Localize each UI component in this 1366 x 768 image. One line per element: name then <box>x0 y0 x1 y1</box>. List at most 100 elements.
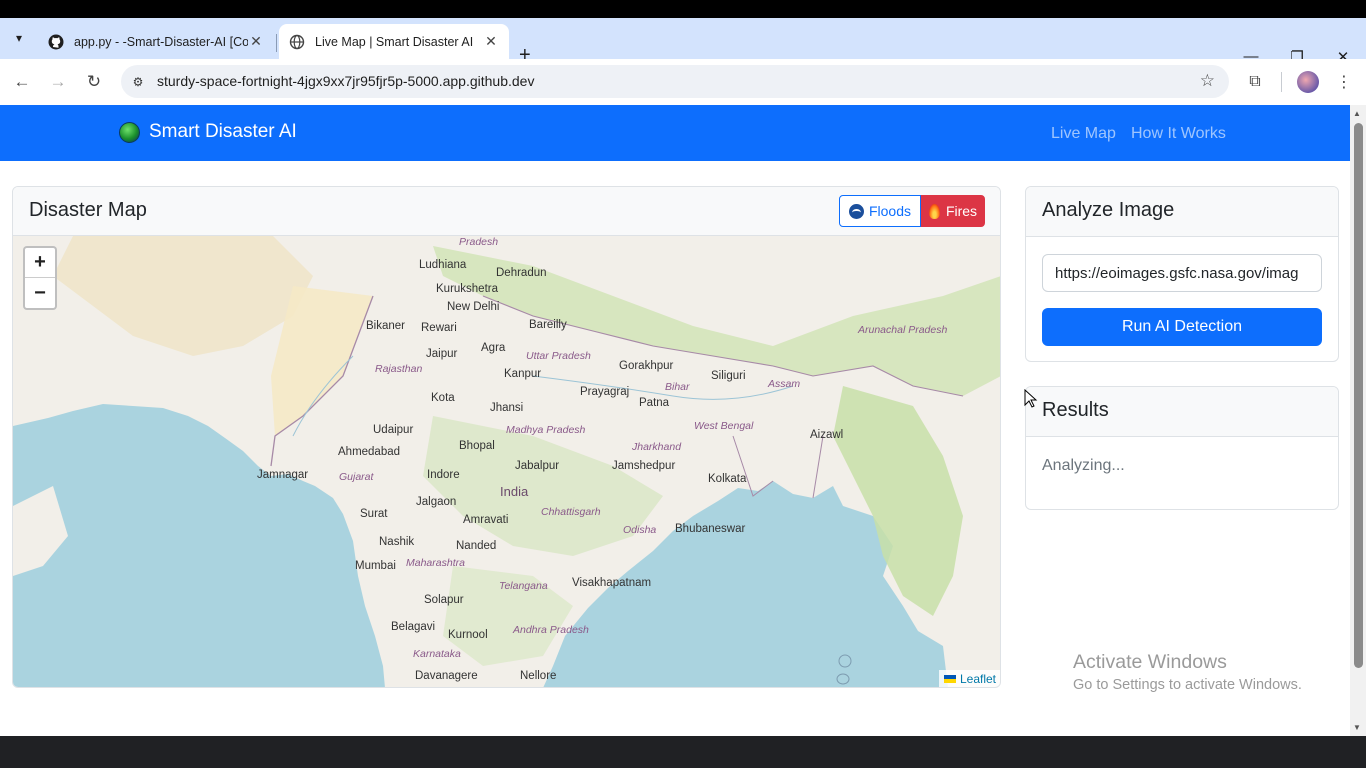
map-label: Odisha <box>623 524 657 536</box>
map-label: Bikaner <box>366 320 405 332</box>
scroll-thumb[interactable] <box>1354 123 1363 668</box>
map-basemap <box>13 236 1000 687</box>
map-label: Ludhiana <box>419 259 467 271</box>
toolbar-divider <box>1281 72 1282 92</box>
map-label: New Delhi <box>447 301 500 313</box>
run-ai-detection-button[interactable]: Run AI Detection <box>1042 308 1322 346</box>
tab-app-py[interactable]: app.py - -Smart-Disaster-AI [Co ✕ <box>38 24 274 59</box>
mouse-cursor-icon <box>1024 389 1038 408</box>
map-card-title: Disaster Map <box>29 199 147 221</box>
back-icon[interactable]: ← <box>10 70 34 94</box>
map-label: Patna <box>639 397 670 409</box>
map-label: Kurukshetra <box>436 283 499 295</box>
close-icon[interactable]: ✕ <box>248 33 264 50</box>
map-label: Nanded <box>456 540 497 552</box>
map-label: Dehradun <box>496 267 547 279</box>
browser-toolbar: ← → ↻ ⚙ sturdy-space-fortnight-4jgx9xx7j… <box>0 59 1366 105</box>
tab-search-icon[interactable]: ▾ <box>8 27 30 49</box>
map-label: Siliguri <box>711 370 746 382</box>
map-label: Rajasthan <box>375 363 423 375</box>
nav-how-it-works[interactable]: How It Works <box>1131 125 1226 143</box>
map-attribution[interactable]: Leaflet <box>938 670 1000 687</box>
analyze-card-header: Analyze Image <box>1026 187 1338 237</box>
map-label: Karnataka <box>413 648 461 660</box>
globe-icon <box>289 34 305 49</box>
map-label: Udaipur <box>373 424 414 436</box>
map-label: Aizawl <box>810 429 844 441</box>
layer-toggle-group: Floods Fires <box>839 195 985 227</box>
fires-label: Fires <box>945 203 978 219</box>
leaflet-map[interactable]: + − Ludhiana Dehradun Kurukshetra New De… <box>13 236 1000 687</box>
map-label: West Bengal <box>694 420 754 432</box>
map-label: Bhopal <box>459 440 495 452</box>
url-text: sturdy-space-fortnight-4jgx9xx7jr95fjr5p… <box>157 73 535 89</box>
brand-text: Smart Disaster AI <box>149 121 297 142</box>
map-label: Jamshedpur <box>612 460 676 472</box>
fires-button[interactable]: Fires <box>921 195 985 227</box>
watermark-title: Activate Windows <box>1073 651 1227 673</box>
map-label: Solapur <box>424 594 464 606</box>
map-label: Kolkata <box>708 473 747 485</box>
close-icon[interactable]: ✕ <box>483 33 499 50</box>
map-label: Prayagraj <box>580 386 630 398</box>
map-card-header: Disaster Map Floods Fires <box>13 187 1000 236</box>
map-label: Jamnagar <box>257 469 309 481</box>
map-label: Maharashtra <box>406 557 465 569</box>
map-label: Kurnool <box>448 629 488 641</box>
map-label: Gujarat <box>339 471 374 483</box>
menu-icon[interactable]: ⋮ <box>1332 70 1356 94</box>
map-label: Rewari <box>421 322 457 334</box>
map-label: Indore <box>427 469 460 481</box>
map-label: Assam <box>768 378 801 390</box>
site-info-icon[interactable]: ⚙ <box>129 73 147 91</box>
tab-strip: ▾ app.py - -Smart-Disaster-AI [Co ✕ Live… <box>0 18 1366 66</box>
taskbar-strip <box>0 736 1366 768</box>
earth-globe-icon <box>119 121 140 143</box>
fire-icon <box>928 203 940 219</box>
ukraine-flag-icon <box>943 675 956 683</box>
page: Smart Disaster AI Live Map How It Works … <box>0 105 1350 736</box>
map-label: Nellore <box>520 670 557 682</box>
zoom-in-button[interactable]: + <box>25 248 55 278</box>
map-label: Kanpur <box>504 368 542 380</box>
map-label: Telangana <box>499 580 548 592</box>
map-label: Jhansi <box>490 402 524 414</box>
map-label: Chhattisgarh <box>541 506 601 518</box>
floods-button[interactable]: Floods <box>839 195 921 227</box>
map-label: Bihar <box>665 381 690 393</box>
disaster-map-card: Disaster Map Floods Fires + − Ludhiana D… <box>12 186 1001 688</box>
map-label: Jharkhand <box>632 441 682 453</box>
map-label: Agra <box>481 342 506 354</box>
tab-live-map[interactable]: Live Map | Smart Disaster AI ✕ <box>279 24 509 59</box>
page-scrollbar[interactable]: ▲ ▼ <box>1350 105 1366 736</box>
scroll-up-icon[interactable]: ▲ <box>1353 109 1361 118</box>
map-label: Jaipur <box>426 348 458 360</box>
forward-icon[interactable]: → <box>46 70 70 94</box>
image-url-input[interactable]: https://eoimages.gsfc.nasa.gov/imag <box>1042 254 1322 292</box>
map-label: Davanagere <box>415 670 478 682</box>
brand[interactable]: Smart Disaster AI <box>119 121 297 143</box>
map-label: Amravati <box>463 514 509 526</box>
map-label: Gorakhpur <box>619 360 674 372</box>
zoom-out-button[interactable]: − <box>25 278 55 308</box>
map-label: Belagavi <box>391 621 436 633</box>
screen: ▾ app.py - -Smart-Disaster-AI [Co ✕ Live… <box>0 0 1366 768</box>
nav-live-map[interactable]: Live Map <box>1051 125 1116 143</box>
analyze-image-card: Analyze Image https://eoimages.gsfc.nasa… <box>1025 186 1339 362</box>
map-label: Andhra Pradesh <box>513 624 589 636</box>
scroll-down-icon[interactable]: ▼ <box>1353 723 1361 732</box>
bookmark-star-icon[interactable]: ☆ <box>1200 71 1215 91</box>
results-status: Analyzing... <box>1042 457 1125 474</box>
profile-avatar[interactable] <box>1297 71 1319 93</box>
map-label: Mumbai <box>355 560 396 572</box>
address-bar[interactable]: ⚙ sturdy-space-fortnight-4jgx9xx7jr95fjr… <box>121 65 1229 98</box>
results-card-header: Results <box>1026 387 1338 437</box>
map-label: Arunachal Pradesh <box>858 324 948 336</box>
map-label: India <box>500 484 529 499</box>
reload-icon[interactable]: ↻ <box>82 70 106 94</box>
leaflet-link[interactable]: Leaflet <box>960 672 996 686</box>
extensions-icon[interactable]: ⧉ <box>1243 70 1267 94</box>
windows-activation-watermark: Activate Windows Go to Settings to activ… <box>1073 651 1302 693</box>
map-label: Pradesh <box>459 236 499 248</box>
tab-title: Live Map | Smart Disaster AI <box>315 34 474 49</box>
